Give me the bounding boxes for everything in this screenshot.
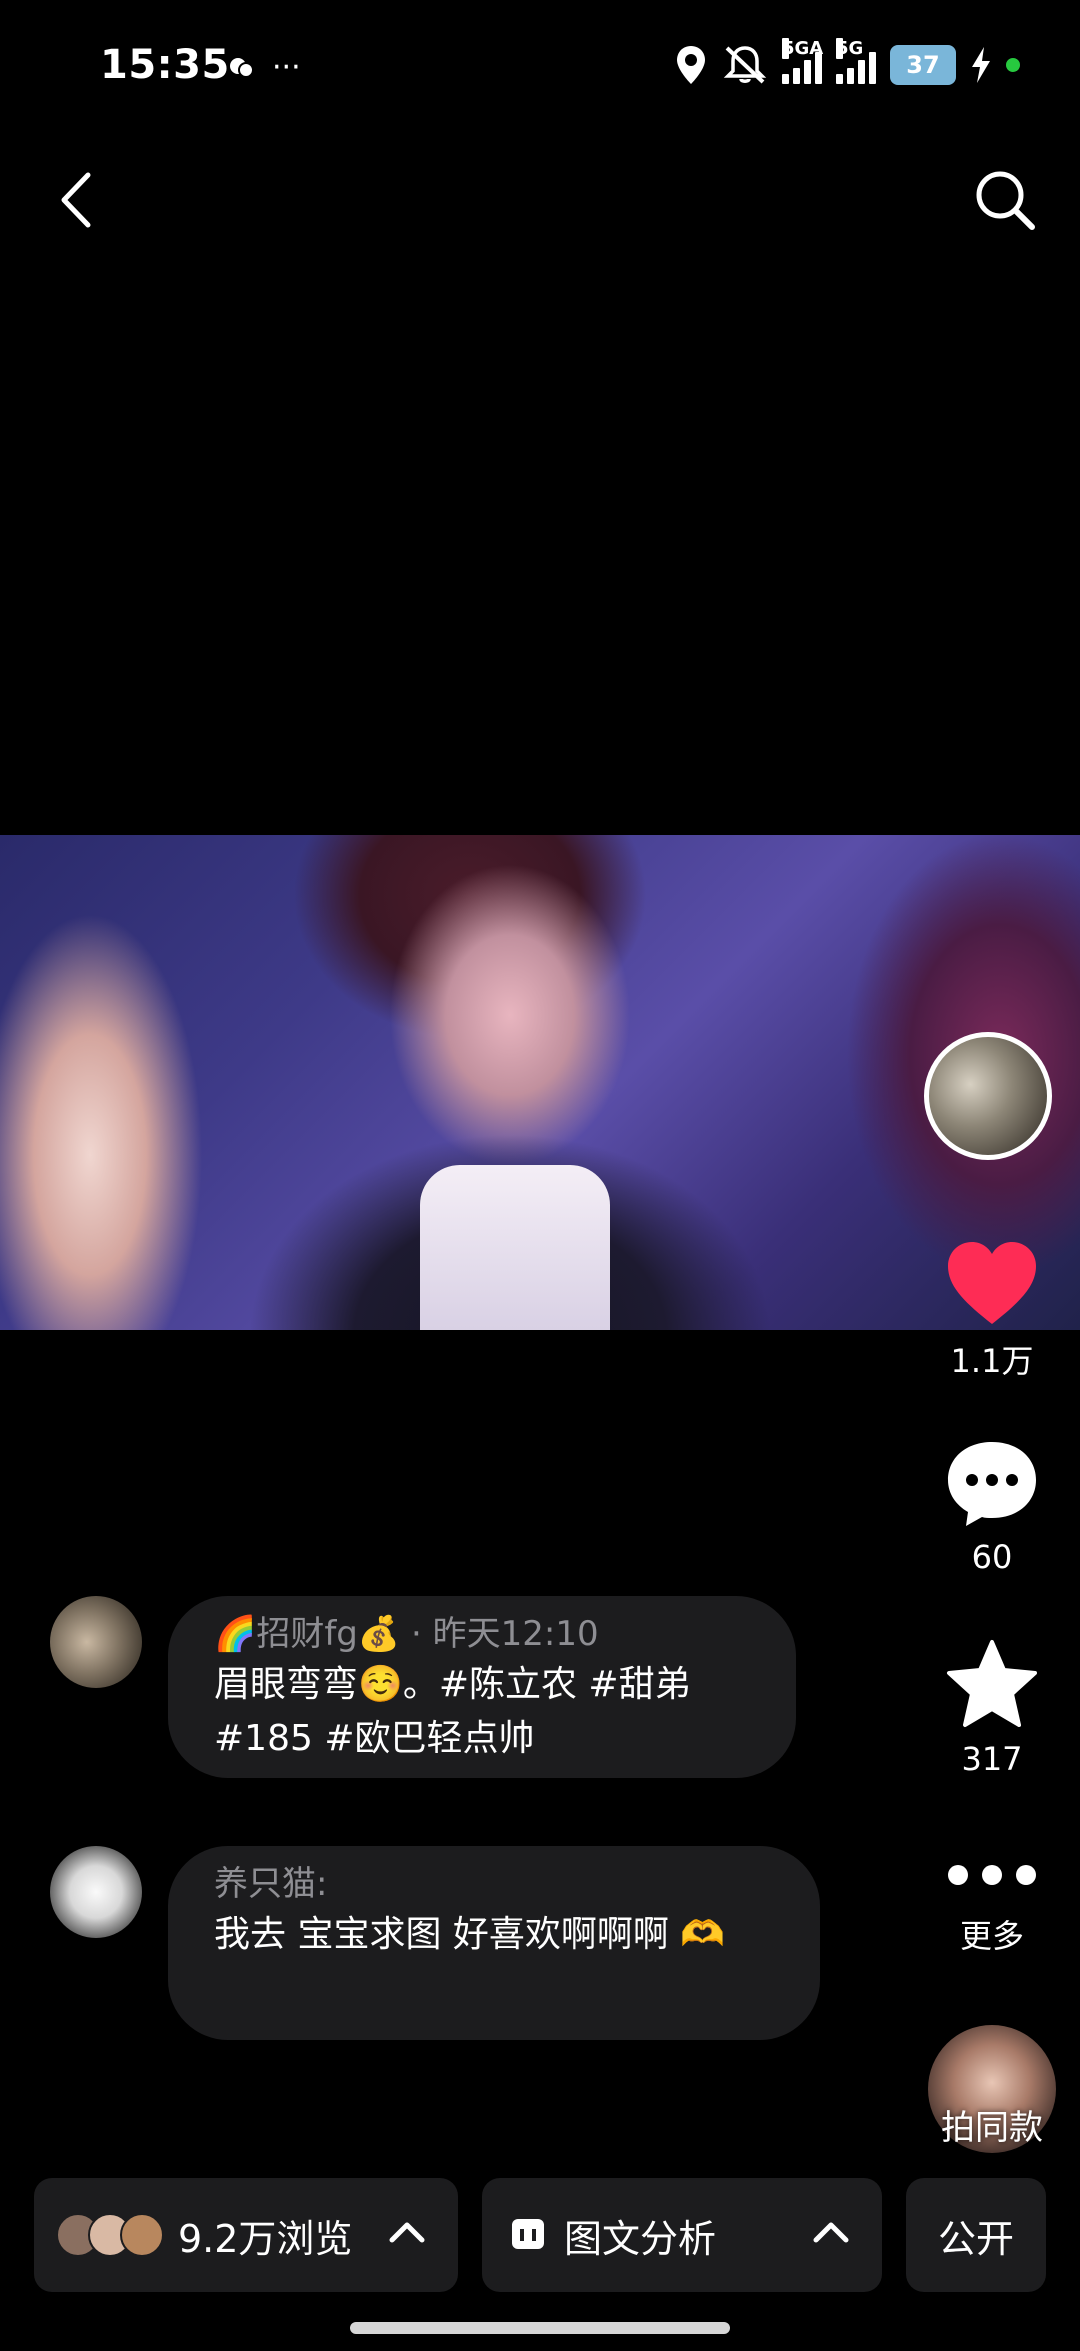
like-count: 1.1万 [950, 1342, 1034, 1380]
mute-bell-icon [723, 46, 767, 84]
analysis-label: 图文分析 [564, 2216, 717, 2261]
comment-author: 养只猫: [214, 1864, 328, 1904]
public-button[interactable]: 公开 [906, 2178, 1046, 2292]
video-player[interactable] [0, 835, 1080, 1330]
battery-icon: 37 [890, 45, 956, 85]
views-button[interactable]: 9.2万浏览 [34, 2178, 458, 2292]
views-count: 9.2万浏览 [178, 2216, 353, 2261]
commenter-avatar[interactable] [50, 1596, 142, 1688]
chevron-up-icon [813, 2222, 849, 2243]
viewer-avatars [56, 2213, 164, 2257]
public-label: 公开 [937, 2216, 1014, 2261]
comment-bubble[interactable]: 养只猫: 我去 宝宝求图 好喜欢啊啊啊 🫶 [168, 1846, 820, 2040]
comment-meta: 🌈招财fg💰 · 昨天12:10 [214, 1610, 750, 1658]
battery-level: 37 [906, 51, 940, 79]
more-button[interactable]: 更多 [930, 1845, 1054, 1957]
comment-text: 眉眼弯弯☺️。#陈立农 #甜弟 #185 #欧巴轻点帅 [214, 1664, 691, 1759]
back-chevron-icon[interactable] [50, 165, 110, 235]
viewer-avatar [120, 2213, 164, 2257]
comment-time: 昨天12:10 [432, 1614, 599, 1654]
status-time: 15:35 [100, 42, 230, 88]
wechat-mini-icon [230, 57, 254, 78]
privacy-indicator-dot [1006, 58, 1020, 72]
network-5g-label: 5G [836, 38, 864, 59]
network-5ga-label: 5GA [782, 38, 824, 59]
bottom-bar: 9.2万浏览 图文分析 公开 [0, 2178, 1080, 2294]
chevron-up-icon [389, 2222, 425, 2243]
more-label: 更多 [959, 1917, 1024, 1955]
heart-icon [948, 1242, 1036, 1324]
more-dots-icon: ··· [272, 50, 301, 85]
status-indicators: 5GA 5G 37 [674, 38, 1020, 86]
charging-bolt-icon [972, 47, 990, 83]
comment-author: 🌈招财fg💰 [214, 1614, 401, 1654]
comment-bubble-icon [948, 1442, 1036, 1526]
analysis-button[interactable]: 图文分析 [482, 2178, 882, 2292]
status-bar: 15:35 ··· 5GA 5G 37 [0, 0, 1080, 140]
signal-5ga-icon: 5GA [782, 38, 823, 84]
commenter-avatar[interactable] [50, 1846, 142, 1938]
favorite-button[interactable]: 317 [930, 1638, 1054, 1778]
more-dots-icon [930, 1845, 1054, 1905]
star-icon [947, 1640, 1037, 1727]
same-style-label[interactable]: 拍同款 [920, 2100, 1064, 2149]
analysis-chart-icon [512, 2219, 544, 2249]
favorite-count: 317 [961, 1740, 1023, 1778]
home-indicator[interactable] [350, 2322, 730, 2334]
author-avatar[interactable] [924, 1032, 1052, 1160]
comment-separator: · [400, 1614, 433, 1654]
comment-text: 我去 宝宝求图 好喜欢啊啊啊 🫶 [214, 1914, 726, 1955]
like-button[interactable]: 1.1万 [930, 1240, 1054, 1382]
video-figure-collar [420, 1165, 610, 1330]
location-icon [677, 46, 705, 84]
comment-count: 60 [971, 1538, 1013, 1576]
status-misc: ··· [228, 50, 301, 85]
comment-button[interactable]: 60 [930, 1438, 1054, 1576]
signal-5g-icon: 5G [836, 38, 876, 84]
comment-bubble[interactable]: 🌈招财fg💰 · 昨天12:10 眉眼弯弯☺️。#陈立农 #甜弟 #185 #欧… [168, 1596, 796, 1778]
screen: 15:35 ··· 5GA 5G 37 1.1万 60 317 更多 拍同款 🌈… [0, 0, 1080, 2351]
search-icon[interactable] [970, 165, 1040, 235]
